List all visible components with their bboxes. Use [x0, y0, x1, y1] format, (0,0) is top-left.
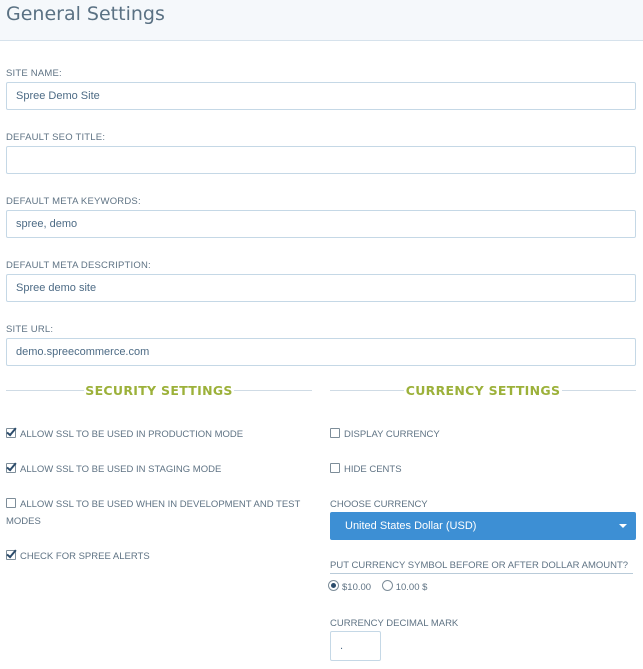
- divider: [6, 390, 84, 391]
- meta-description-input[interactable]: Spree demo site: [6, 274, 636, 302]
- choose-currency-label: CHOOSE CURRENCY: [330, 499, 428, 510]
- checkbox-unchecked-icon[interactable]: [330, 463, 340, 473]
- symbol-position-options: $10.00 10.00 $: [328, 579, 435, 596]
- ssl-production-label: ALLOW SSL TO BE USED IN PRODUCTION MODE: [20, 429, 244, 440]
- hide-cents-option[interactable]: HIDE CENTS: [330, 461, 402, 478]
- security-settings-heading: SECURITY SETTINGS: [6, 383, 312, 399]
- radio-unselected-icon[interactable]: [381, 580, 393, 591]
- site-name-label: SITE NAME:: [6, 68, 62, 79]
- divider: [234, 390, 312, 391]
- site-url-label: SITE URL:: [6, 324, 54, 335]
- meta-keywords-label: DEFAULT META KEYWORDS:: [6, 196, 141, 207]
- seo-title-label: DEFAULT SEO TITLE:: [6, 132, 106, 143]
- ssl-staging-label: ALLOW SSL TO BE USED IN STAGING MODE: [20, 464, 222, 475]
- security-settings-title: SECURITY SETTINGS: [85, 383, 233, 398]
- currency-settings-heading: CURRENCY SETTINGS: [330, 383, 636, 399]
- currency-settings-title: CURRENCY SETTINGS: [405, 383, 561, 398]
- chevron-down-icon: [619, 524, 627, 528]
- radio-selected-icon[interactable]: [328, 580, 339, 591]
- symbol-before-label[interactable]: $10.00: [342, 582, 371, 593]
- ssl-development-label-cont: MODES: [6, 516, 41, 527]
- currency-select-value: United States Dollar (USD): [345, 520, 477, 532]
- checkbox-checked-icon[interactable]: [6, 463, 16, 473]
- display-currency-option[interactable]: DISPLAY CURRENCY: [330, 426, 440, 443]
- ssl-development-option[interactable]: ALLOW SSL TO BE USED WHEN IN DEVELOPMENT…: [6, 496, 316, 530]
- ssl-development-label: ALLOW SSL TO BE USED WHEN IN DEVELOPMENT…: [20, 499, 301, 510]
- symbol-position-label: PUT CURRENCY SYMBOL BEFORE OR AFTER DOLL…: [330, 558, 633, 574]
- meta-keywords-input[interactable]: spree, demo: [6, 210, 636, 238]
- site-url-input[interactable]: demo.spreecommerce.com: [6, 338, 636, 366]
- display-currency-label: DISPLAY CURRENCY: [344, 429, 440, 440]
- site-name-input[interactable]: Spree Demo Site: [6, 82, 636, 110]
- ssl-staging-option[interactable]: ALLOW SSL TO BE USED IN STAGING MODE: [6, 461, 221, 478]
- checkbox-checked-icon[interactable]: [6, 428, 16, 438]
- checkbox-unchecked-icon[interactable]: [330, 428, 340, 438]
- divider: [330, 390, 404, 391]
- page-title: General Settings: [6, 3, 165, 25]
- spree-alerts-label: CHECK FOR SPREE ALERTS: [20, 551, 150, 562]
- checkbox-unchecked-icon[interactable]: [6, 498, 16, 508]
- decimal-mark-input[interactable]: .: [330, 631, 381, 661]
- checkbox-checked-icon[interactable]: [6, 550, 16, 560]
- hide-cents-label: HIDE CENTS: [344, 464, 402, 475]
- seo-title-input[interactable]: [6, 146, 636, 174]
- meta-description-label: DEFAULT META DESCRIPTION:: [6, 260, 151, 271]
- spree-alerts-option[interactable]: CHECK FOR SPREE ALERTS: [6, 548, 150, 565]
- ssl-production-option[interactable]: ALLOW SSL TO BE USED IN PRODUCTION MODE: [6, 426, 243, 443]
- decimal-mark-label: CURRENCY DECIMAL MARK: [330, 618, 459, 629]
- symbol-after-label[interactable]: 10.00 $: [396, 582, 428, 593]
- divider: [562, 390, 636, 391]
- currency-select[interactable]: United States Dollar (USD): [330, 512, 636, 540]
- page-header: General Settings: [0, 0, 643, 41]
